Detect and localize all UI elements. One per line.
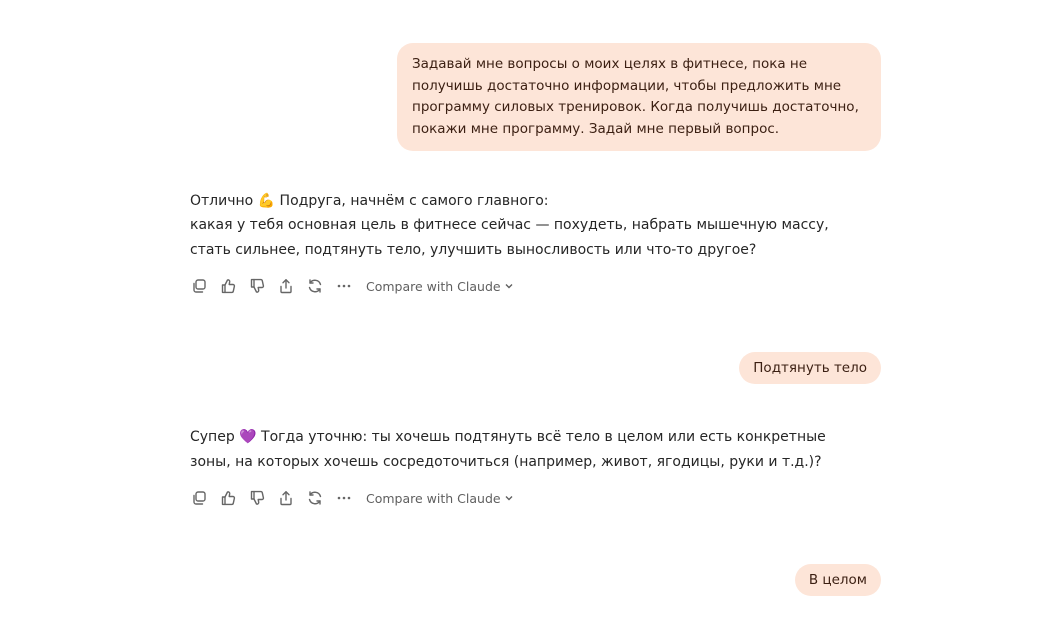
compare-label: Compare with Claude [366,278,501,294]
regenerate-icon[interactable] [306,277,324,295]
share-icon[interactable] [277,489,295,507]
thumbs-down-icon[interactable] [248,277,266,295]
assistant-message-line: Отлично 💪 Подруга, начнём с самого главн… [190,193,549,209]
assistant-message-line: Супер 💜 Тогда уточню: ты хочешь подтянут… [190,429,826,470]
chevron-down-icon [505,284,513,289]
share-icon[interactable] [277,277,295,295]
compare-with-claude-button[interactable]: Compare with Claude [366,491,514,506]
user-message-text: В целом [808,572,867,588]
thumbs-up-icon[interactable] [219,277,237,295]
chevron-down-icon [505,496,513,501]
user-message-2: Подтянуть тело [739,352,881,384]
user-message-text: Подтянуть тело [753,360,867,376]
thumbs-up-icon[interactable] [219,489,237,507]
assistant-message-1: Отлично 💪 Подруга, начнём с самого главн… [190,189,870,263]
user-message-text: Задавай мне вопросы о моих целях в фитне… [412,56,859,137]
copy-icon[interactable] [190,277,208,295]
message-actions-toolbar: Compare with Claude [190,488,514,508]
more-icon[interactable] [335,489,353,507]
assistant-message-line: какая у тебя основная цель в фитнесе сей… [190,217,829,258]
copy-icon[interactable] [190,489,208,507]
message-actions-toolbar: Compare with Claude [190,276,514,296]
user-message-3: В целом [794,564,881,596]
more-icon[interactable] [335,277,353,295]
compare-label: Compare with Claude [366,490,501,506]
user-message-1: Задавай мне вопросы о моих целях в фитне… [397,43,881,151]
compare-with-claude-button[interactable]: Compare with Claude [366,279,514,294]
thumbs-down-icon[interactable] [248,489,266,507]
regenerate-icon[interactable] [306,489,324,507]
assistant-message-2: Супер 💜 Тогда уточню: ты хочешь подтянут… [190,425,870,475]
